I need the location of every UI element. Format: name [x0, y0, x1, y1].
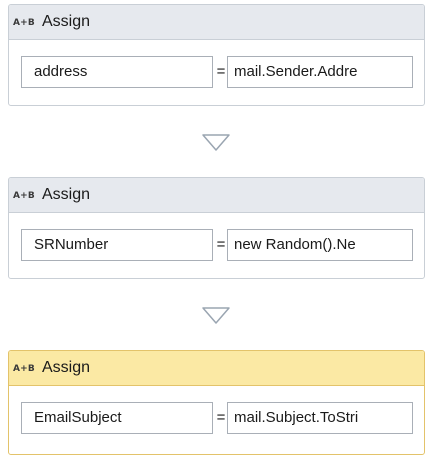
- assign-to-field[interactable]: address: [21, 56, 213, 88]
- assign-icon: A+B: [13, 364, 35, 374]
- sequence-connector-arrow-icon[interactable]: [201, 133, 231, 153]
- activity-body: EmailSubject = mail.Subject.ToStri: [9, 386, 424, 454]
- equals-sign: =: [216, 409, 226, 426]
- activity-header[interactable]: A+B Assign: [9, 5, 424, 40]
- assign-value-field[interactable]: new Random().Ne: [227, 229, 413, 261]
- assign-icon: A+B: [13, 18, 35, 28]
- sequence-connector-arrow-icon[interactable]: [201, 306, 231, 326]
- activity-header[interactable]: A+B Assign: [9, 351, 424, 386]
- assign-value-field[interactable]: mail.Subject.ToStri: [227, 402, 413, 434]
- assign-activity-3-selected[interactable]: A+B Assign EmailSubject = mail.Subject.T…: [8, 350, 425, 455]
- assign-value-field[interactable]: mail.Sender.Addre: [227, 56, 413, 88]
- activity-body: SRNumber = new Random().Ne: [9, 213, 424, 278]
- activity-header[interactable]: A+B Assign: [9, 178, 424, 213]
- equals-sign: =: [216, 63, 226, 80]
- activity-title: Assign: [41, 186, 90, 203]
- assign-to-field[interactable]: EmailSubject: [21, 402, 213, 434]
- activity-title: Assign: [41, 359, 90, 376]
- assign-activity-2[interactable]: A+B Assign SRNumber = new Random().Ne: [8, 177, 425, 279]
- assign-to-field[interactable]: SRNumber: [21, 229, 213, 261]
- equals-sign: =: [216, 236, 226, 253]
- assign-activity-1[interactable]: A+B Assign address = mail.Sender.Addre: [8, 4, 425, 106]
- activity-title: Assign: [41, 13, 90, 30]
- assign-icon: A+B: [13, 191, 35, 201]
- activity-body: address = mail.Sender.Addre: [9, 40, 424, 105]
